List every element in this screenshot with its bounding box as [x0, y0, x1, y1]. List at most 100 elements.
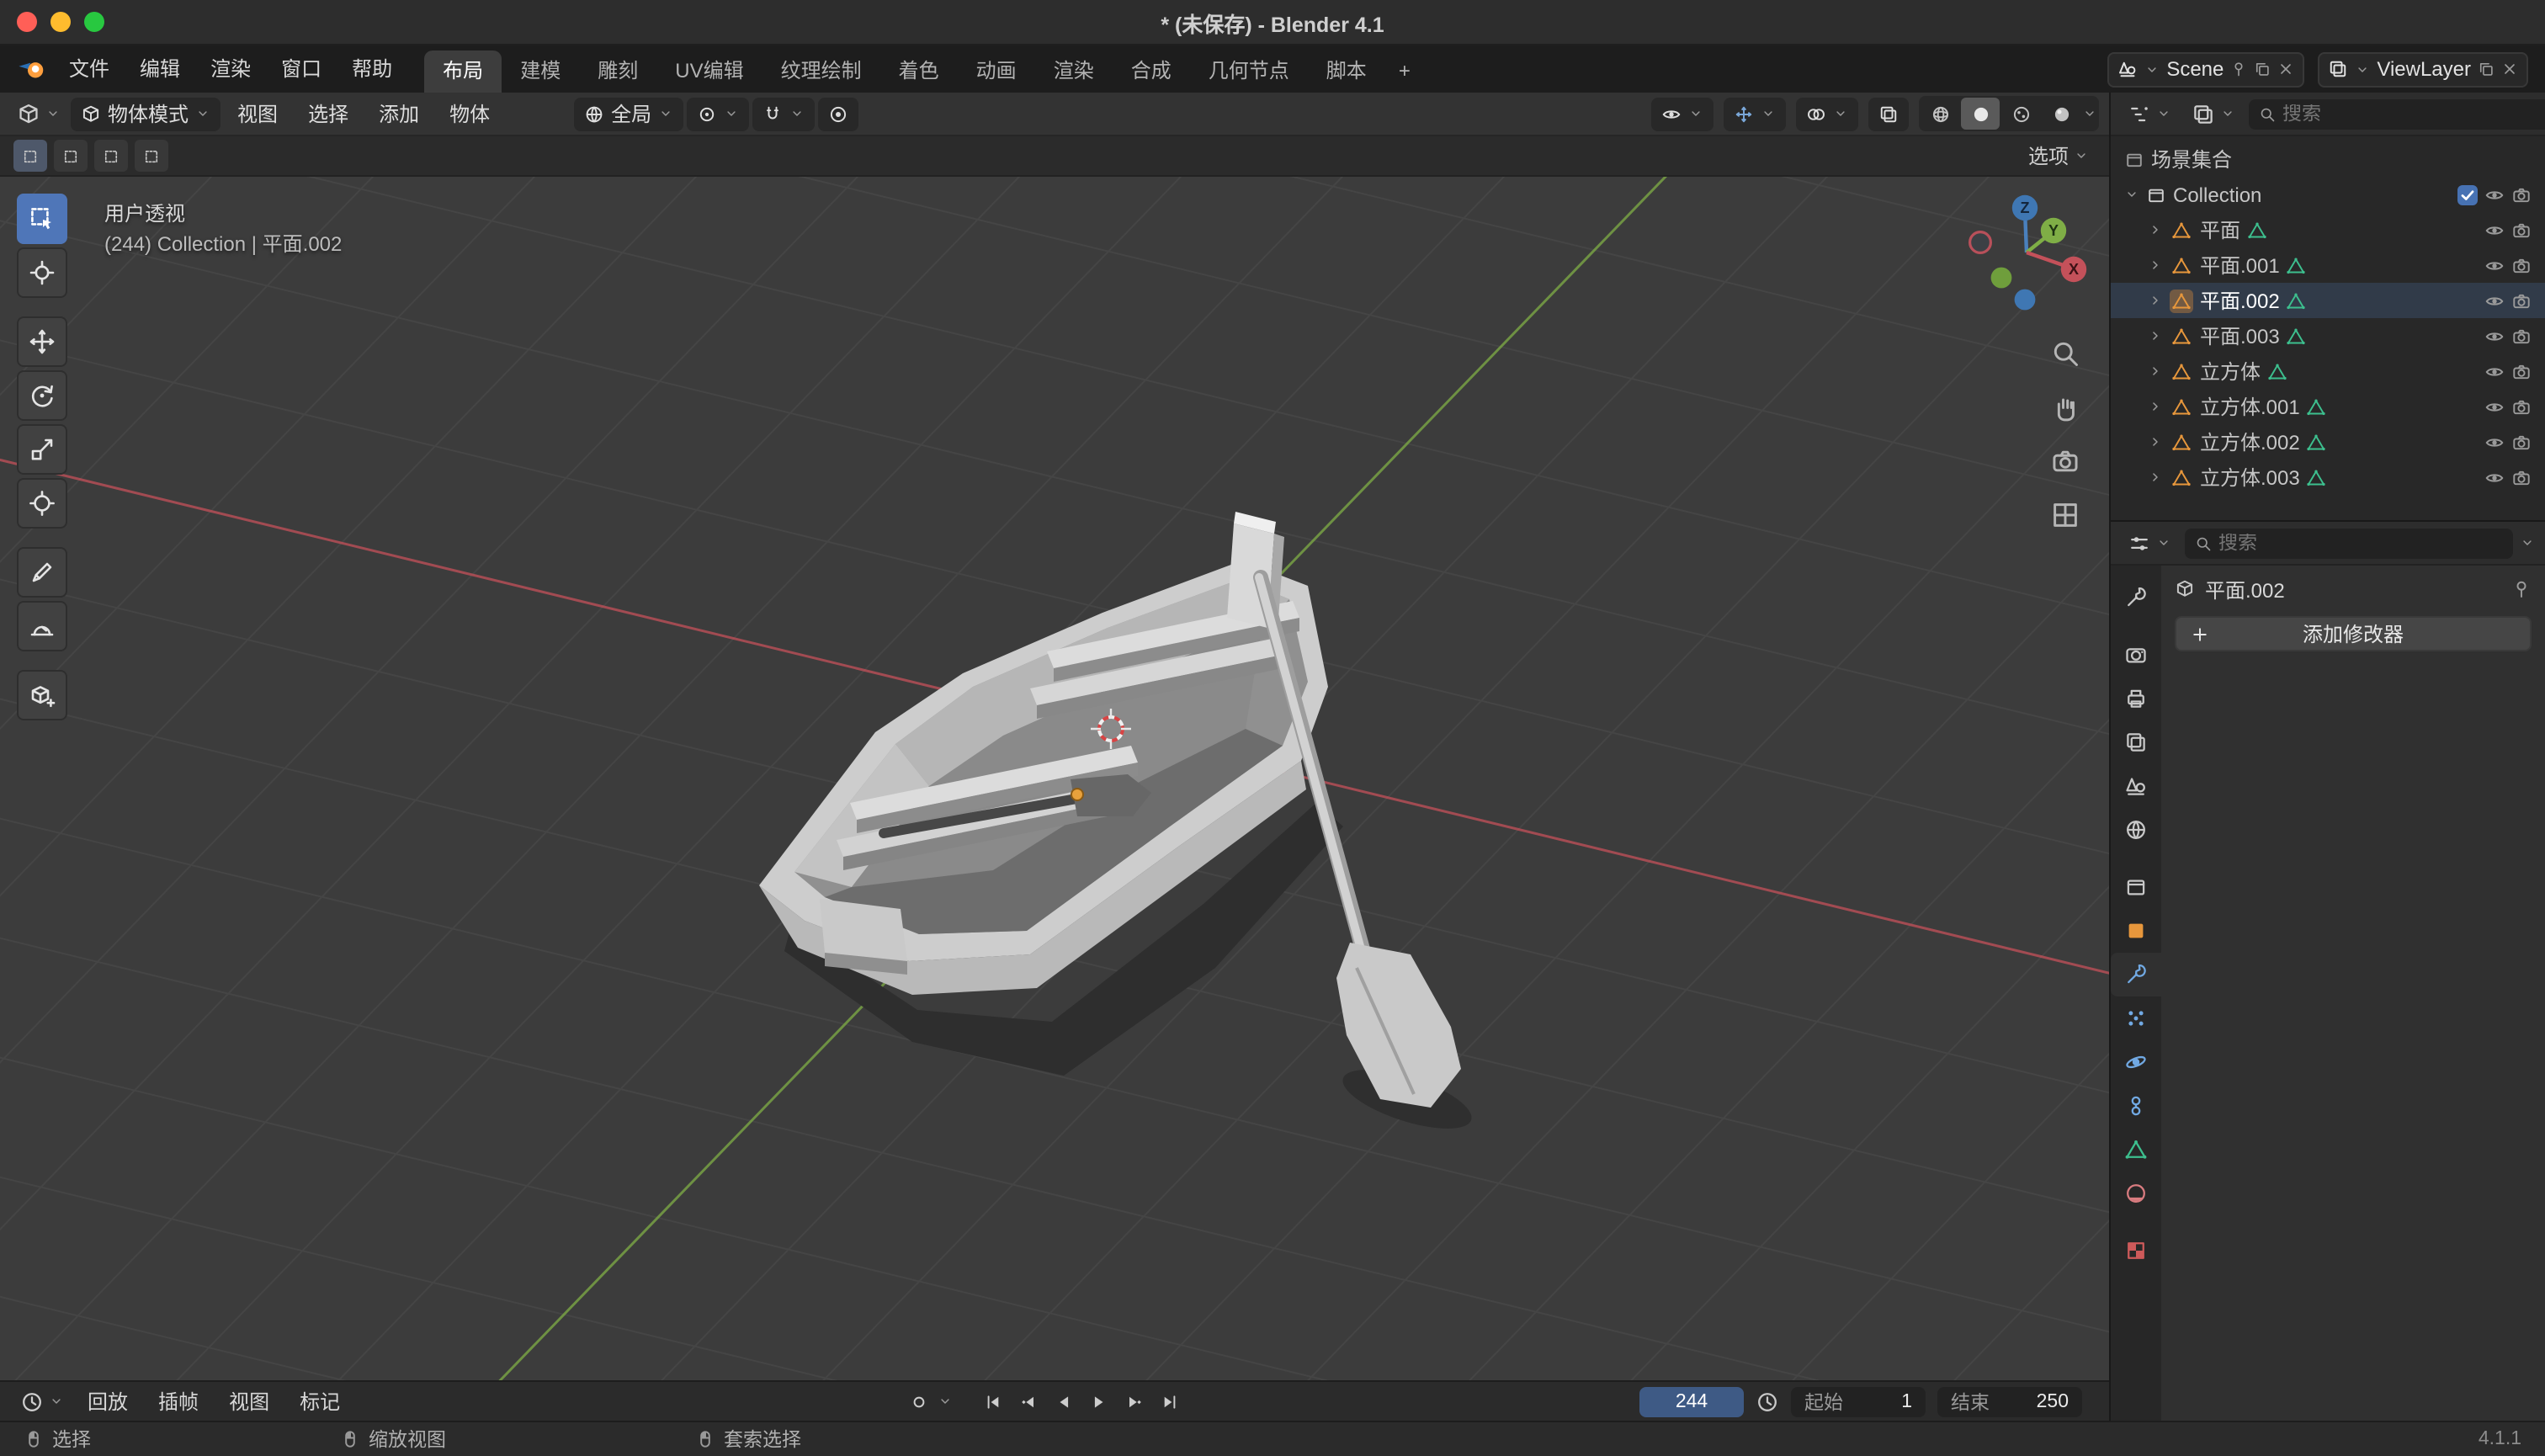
current-frame-field[interactable]: 244 [1639, 1386, 1744, 1416]
end-frame-field[interactable]: 结束 250 [1937, 1386, 2082, 1416]
viewport-menu-view[interactable]: 视图 [224, 92, 291, 136]
collection-checkbox[interactable] [2457, 184, 2478, 205]
tab-object[interactable] [2111, 909, 2161, 953]
workspace-tab-animation[interactable]: 动画 [958, 50, 1035, 93]
select-mode-subtract-button[interactable] [94, 140, 128, 172]
expand-chevron-icon[interactable] [2148, 364, 2163, 379]
close-window-button[interactable] [17, 12, 37, 32]
disable-render-icon[interactable] [2511, 255, 2532, 275]
disable-render-icon[interactable] [2511, 361, 2532, 381]
properties-search-input[interactable] [2218, 533, 2503, 553]
tab-object-data[interactable] [2111, 1128, 2161, 1172]
expand-chevron-icon[interactable] [2148, 222, 2163, 237]
minimize-window-button[interactable] [50, 12, 71, 32]
tab-modifiers[interactable] [2111, 953, 2161, 996]
axis-neg-z-ball[interactable] [2014, 289, 2036, 311]
chevron-down-icon[interactable] [2355, 61, 2370, 77]
outliner-item-label[interactable]: 立方体.001 [2200, 392, 2300, 421]
new-viewlayer-icon[interactable] [2478, 61, 2495, 77]
axis-neg-y-ball[interactable] [1990, 267, 2012, 289]
proportional-editing-toggle[interactable] [818, 97, 859, 130]
show-gizmo-toggle[interactable] [1651, 97, 1713, 130]
outliner-search-input[interactable] [2282, 104, 2542, 124]
outliner-row-mesh[interactable]: 立方体 [2111, 353, 2545, 389]
disable-render-icon[interactable] [2511, 290, 2532, 311]
hide-eye-icon[interactable] [2484, 396, 2505, 417]
expand-chevron-icon[interactable] [2148, 328, 2163, 343]
play-reverse-button[interactable] [1047, 1386, 1079, 1416]
editor-type-selector[interactable] [10, 102, 67, 125]
timeline-editor-selector[interactable] [13, 1390, 71, 1413]
add-modifier-button[interactable]: 添加修改器 [2175, 616, 2532, 651]
outliner-row-mesh[interactable]: 立方体.003 [2111, 460, 2545, 495]
hide-eye-icon[interactable] [2484, 467, 2505, 487]
workspace-tab-scripting[interactable]: 脚本 [1308, 50, 1385, 93]
tab-collection[interactable] [2111, 865, 2161, 909]
mode-selector[interactable]: 物体模式 [71, 97, 221, 130]
remove-viewlayer-icon[interactable] [2501, 61, 2518, 77]
outliner-row-mesh[interactable]: 立方体.002 [2111, 424, 2545, 460]
shading-solid-button[interactable] [1961, 98, 2000, 130]
shading-material-button[interactable] [2001, 98, 2040, 130]
viewport-canvas[interactable]: 用户透视 (244) Collection | 平面.002 Z Y X [0, 177, 2109, 1380]
gizmos-toggle[interactable] [1724, 97, 1786, 130]
pin-icon[interactable] [2230, 61, 2247, 77]
chevron-down-icon[interactable] [2082, 106, 2097, 121]
viewlayer-selector[interactable]: ViewLayer [2318, 51, 2528, 87]
disable-render-icon[interactable] [2511, 432, 2532, 452]
expand-chevron-icon[interactable] [2148, 293, 2163, 308]
select-box-tool-button[interactable] [17, 194, 67, 244]
expand-chevron-icon[interactable] [2148, 470, 2163, 485]
expand-chevron-icon[interactable] [2148, 258, 2163, 273]
workspace-tab-rendering[interactable]: 渲染 [1035, 50, 1113, 93]
menu-render[interactable]: 渲染 [195, 45, 266, 93]
measure-tool-button[interactable] [17, 601, 67, 651]
new-scene-icon[interactable] [2254, 61, 2271, 77]
zoom-window-button[interactable] [84, 12, 104, 32]
outliner-search[interactable] [2249, 98, 2545, 129]
expand-chevron-icon[interactable] [2148, 434, 2163, 449]
outliner-row-mesh[interactable]: 平面.003 [2111, 318, 2545, 353]
xray-toggle[interactable] [1868, 97, 1909, 130]
outliner-item-label[interactable]: 平面.001 [2200, 251, 2280, 279]
workspace-tab-layout[interactable]: 布局 [424, 50, 502, 93]
tab-view-layer[interactable] [2111, 720, 2161, 764]
toggle-ortho-icon[interactable] [2050, 500, 2080, 530]
disable-render-icon[interactable] [2511, 467, 2532, 487]
viewport-menu-object[interactable]: 物体 [436, 92, 503, 136]
viewport-menu-select[interactable]: 选择 [295, 92, 362, 136]
outliner-item-label[interactable]: Collection [2173, 183, 2261, 206]
next-keyframe-button[interactable] [1118, 1386, 1150, 1416]
tab-constraints[interactable] [2111, 1084, 2161, 1128]
camera-view-icon[interactable] [2050, 446, 2080, 476]
shading-wireframe-button[interactable] [1921, 98, 1959, 130]
add-cube-tool-button[interactable] [17, 670, 67, 720]
snap-toggle[interactable] [752, 97, 816, 130]
outliner-row-mesh[interactable]: 平面 [2111, 212, 2545, 247]
outliner-item-label[interactable]: 平面 [2200, 215, 2240, 244]
overlays-toggle[interactable] [1796, 97, 1858, 130]
tab-physics[interactable] [2111, 1040, 2161, 1084]
clock-icon[interactable] [1756, 1390, 1779, 1413]
scene-name[interactable]: Scene [2166, 57, 2224, 81]
outliner-row-mesh-active[interactable]: 平面.002 [2111, 283, 2545, 318]
hide-eye-icon[interactable] [2484, 184, 2505, 205]
tab-scene[interactable] [2111, 764, 2161, 808]
scene-selector[interactable]: Scene [2107, 51, 2305, 87]
axis-neg-x-ball[interactable] [1969, 230, 1992, 254]
properties-editor-selector[interactable] [2121, 531, 2178, 555]
transform-orientation-selector[interactable]: 全局 [574, 97, 684, 130]
tab-world[interactable] [2111, 808, 2161, 852]
tab-tool[interactable] [2111, 576, 2161, 619]
outliner-row-mesh[interactable]: 立方体.001 [2111, 389, 2545, 424]
workspace-tab-compositing[interactable]: 合成 [1113, 50, 1190, 93]
transform-tool-button[interactable] [17, 478, 67, 529]
properties-search[interactable] [2185, 528, 2513, 558]
tab-material[interactable] [2111, 1172, 2161, 1215]
workspace-tab-shading[interactable]: 着色 [880, 50, 958, 93]
select-mode-intersect-button[interactable] [135, 140, 168, 172]
menu-edit[interactable]: 编辑 [125, 45, 195, 93]
chevron-down-icon[interactable] [2520, 535, 2535, 550]
tool-options-dropdown[interactable]: 选项 [2022, 141, 2096, 170]
outliner-item-label[interactable]: 立方体.002 [2200, 428, 2300, 456]
